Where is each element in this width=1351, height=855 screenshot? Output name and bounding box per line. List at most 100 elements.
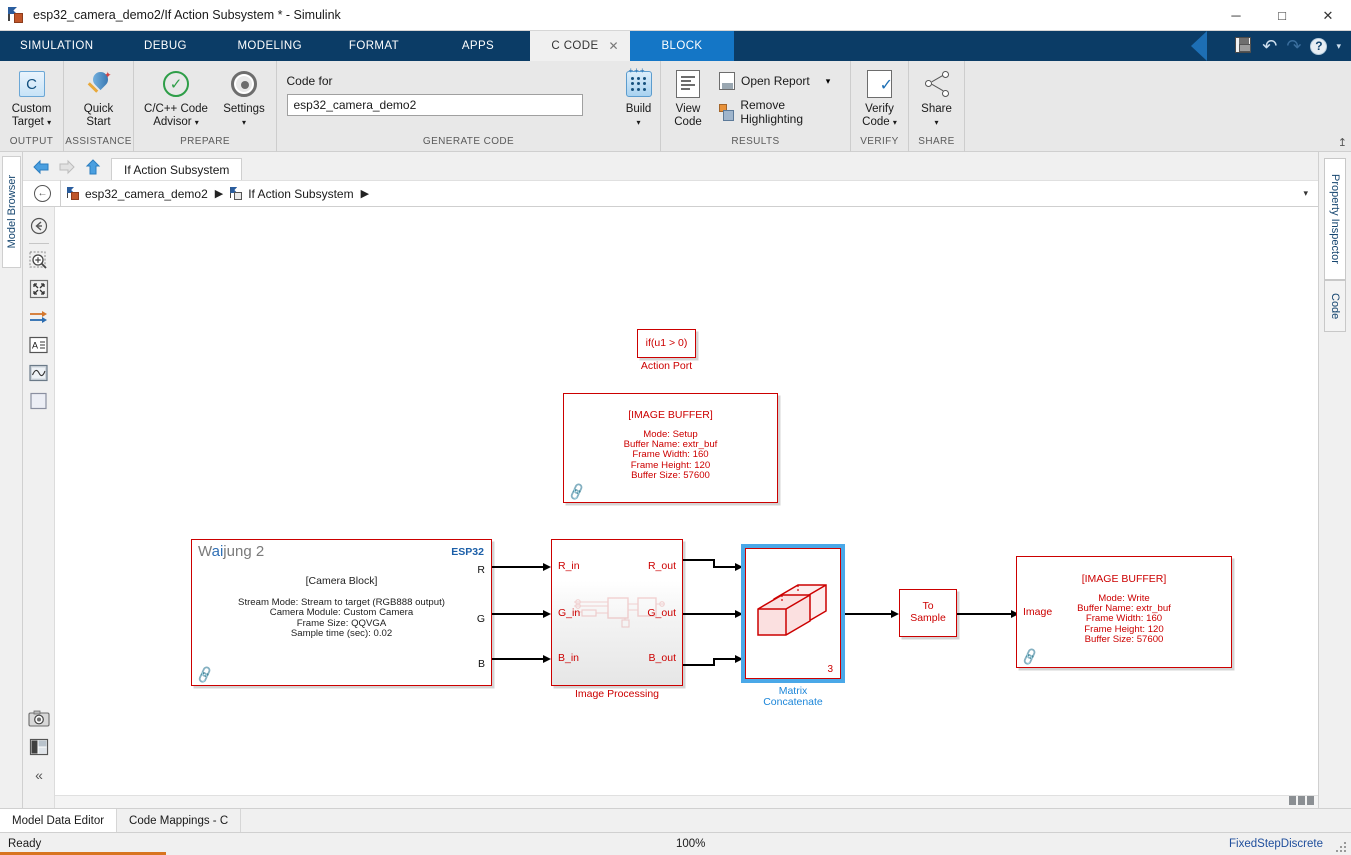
minimize-button[interactable]: ─ <box>1213 0 1259 31</box>
remove-highlighting-item[interactable]: Remove Highlighting <box>713 96 846 128</box>
annotation-icon[interactable]: A <box>28 334 50 356</box>
status-zoom-level[interactable]: 100% <box>676 838 705 850</box>
code-advisor-caret-icon[interactable]: ▾ <box>195 118 199 127</box>
custom-target-button[interactable]: C Custom Target ▾ <box>6 66 58 131</box>
to-sample-block[interactable]: To Sample <box>899 589 957 637</box>
action-port-block[interactable]: if(u1 > 0) <box>637 329 696 358</box>
model-canvas[interactable]: if(u1 > 0) Action Port [IMAGE BUFFER] Mo… <box>55 207 1318 808</box>
breadcrumb-back-icon[interactable]: ← <box>34 185 51 202</box>
property-inspector-tab[interactable]: Property Inspector <box>1324 158 1346 280</box>
arrowhead-r-in <box>543 562 551 571</box>
link-icon: 🔗 <box>1019 646 1041 667</box>
verify-code-caret-icon[interactable]: ▾ <box>893 118 897 127</box>
back-arrow-icon[interactable] <box>31 158 51 176</box>
build-button[interactable]: +++ Build ▾ <box>613 66 665 131</box>
image-buffer-setup-block[interactable]: [IMAGE BUFFER] Mode: Setup Buffer Name: … <box>563 393 778 503</box>
share-button[interactable]: Share ▾ <box>911 66 963 131</box>
subsystem-icon <box>230 187 244 200</box>
tab-simulation[interactable]: SIMULATION <box>0 31 113 61</box>
redo-icon[interactable]: ↷ <box>1286 37 1301 55</box>
help-icon[interactable]: ? <box>1310 37 1328 55</box>
code-panel-tab[interactable]: Code <box>1324 280 1346 332</box>
open-report-caret-icon[interactable]: ▾ <box>826 76 831 87</box>
qat-more-icon[interactable]: ▾ <box>1336 41 1341 52</box>
image-processing-port-r-out: R_out <box>647 560 676 572</box>
settings-caret-icon[interactable]: ▾ <box>242 118 246 127</box>
breadcrumb-item-model[interactable]: esp32_camera_demo2 <box>85 187 208 201</box>
camera-block[interactable]: Waijung 2 ESP32 [Camera Block] Stream Mo… <box>191 539 492 686</box>
tab-block[interactable]: BLOCK <box>629 31 734 61</box>
title-bar: esp32_camera_demo2/If Action Subsystem *… <box>0 0 1351 31</box>
fit-to-view-icon[interactable] <box>28 278 50 300</box>
breadcrumb-item-subsystem[interactable]: If Action Subsystem <box>248 187 353 201</box>
save-icon[interactable] <box>1235 37 1253 55</box>
tab-debug[interactable]: DEBUG <box>113 31 217 61</box>
custom-target-label: Custom <box>11 103 52 115</box>
maximize-button[interactable]: □ <box>1259 0 1305 31</box>
editor-area: If Action Subsystem ← esp32_camera_demo2… <box>23 152 1318 808</box>
breadcrumb-separator-icon-2: ▶ <box>360 188 370 200</box>
image-processing-port-g-in: G_in <box>558 607 581 619</box>
navigate-up-icon[interactable] <box>28 215 50 237</box>
settings-label: Settings <box>223 103 265 115</box>
undo-icon[interactable]: ↶ <box>1262 37 1277 55</box>
breadcrumb-caret-icon[interactable]: ▾ <box>1303 188 1308 199</box>
layout-icon[interactable] <box>28 736 50 758</box>
scope-icon[interactable] <box>28 362 50 384</box>
left-dock: Model Browser <box>0 152 23 808</box>
share-caret-icon[interactable]: ▾ <box>934 118 938 127</box>
quick-start-button[interactable]: ✦ Quick Start <box>73 66 125 130</box>
signal-routing-icon[interactable] <box>28 306 50 328</box>
ribbon-collapse-icon[interactable]: ↥ <box>1338 136 1347 149</box>
tab-c-code-close-icon[interactable]: ✕ <box>609 39 619 53</box>
collapse-toolbar-icon[interactable]: « <box>28 764 50 786</box>
image-buffer-write-block[interactable]: [IMAGE BUFFER] Mode: Write Buffer Name: … <box>1016 556 1232 668</box>
zoom-in-icon[interactable] <box>28 250 50 272</box>
navigation-row: If Action Subsystem <box>23 152 1318 180</box>
remove-highlighting-label: Remove Highlighting <box>740 98 804 126</box>
canvas-resize-grip[interactable] <box>1289 792 1315 805</box>
tab-modeling[interactable]: MODELING <box>217 31 322 61</box>
model-browser-tab[interactable]: Model Browser <box>2 156 21 268</box>
view-code-button[interactable]: View Code <box>665 66 711 130</box>
verify-code-button[interactable]: ✓ Verify Code ▾ <box>854 66 906 131</box>
tab-code-mappings[interactable]: Code Mappings - C <box>117 809 242 832</box>
document-tab[interactable]: If Action Subsystem <box>111 158 243 180</box>
settings-button[interactable]: Settings ▾ <box>216 66 272 131</box>
custom-target-caret-icon[interactable]: ▾ <box>47 118 51 127</box>
close-button[interactable]: ✕ <box>1305 0 1351 31</box>
signal-wire-b <box>492 658 543 660</box>
canvas-scrollbar[interactable] <box>55 795 1318 808</box>
tab-format[interactable]: FORMAT <box>322 31 426 61</box>
tab-c-code[interactable]: C CODE ✕ <box>529 31 630 61</box>
status-resize-grip[interactable] <box>1336 842 1346 852</box>
status-solver[interactable]: FixedStepDiscrete <box>1229 838 1323 850</box>
image-processing-block[interactable]: R_in G_in B_in R_out G_out B_out <box>551 539 683 686</box>
remove-highlighting-icon <box>719 103 735 121</box>
image-processing-label: Image Processing <box>574 688 660 700</box>
concatenate-cube-icon <box>757 584 827 636</box>
wire-bout-h2 <box>713 658 735 660</box>
breadcrumb-separator-icon: ▶ <box>214 188 224 200</box>
matrix-concatenate-block[interactable]: 3 <box>745 548 841 679</box>
camera-port-b: B <box>477 658 485 670</box>
camera-port-r: R <box>477 564 485 576</box>
signal-wire-r <box>492 566 543 568</box>
code-for-input[interactable]: esp32_camera_demo2 <box>286 94 583 116</box>
ribbon-group-prepare-title: PREPARE <box>180 136 230 147</box>
quick-start-label2: Start <box>86 115 111 128</box>
simulink-window: esp32_camera_demo2/If Action Subsystem *… <box>0 0 1351 855</box>
build-caret-icon[interactable]: ▾ <box>636 118 640 127</box>
screenshot-icon[interactable] <box>28 708 50 730</box>
up-arrow-icon[interactable] <box>83 158 103 176</box>
code-advisor-button[interactable]: ✓ C/C++ Code Advisor ▾ <box>138 66 214 131</box>
area-icon[interactable] <box>28 390 50 412</box>
property-inspector-label: Property Inspector <box>1329 174 1341 264</box>
open-report-item[interactable]: Open Report ▾ <box>713 70 846 92</box>
tab-apps[interactable]: APPS <box>426 31 530 61</box>
tab-model-data-editor[interactable]: Model Data Editor <box>0 809 118 832</box>
arrowhead-g-in <box>543 609 551 618</box>
code-panel-label: Code <box>1329 292 1341 320</box>
share-label: Share <box>921 103 952 115</box>
wire-bout-h1 <box>683 664 714 666</box>
